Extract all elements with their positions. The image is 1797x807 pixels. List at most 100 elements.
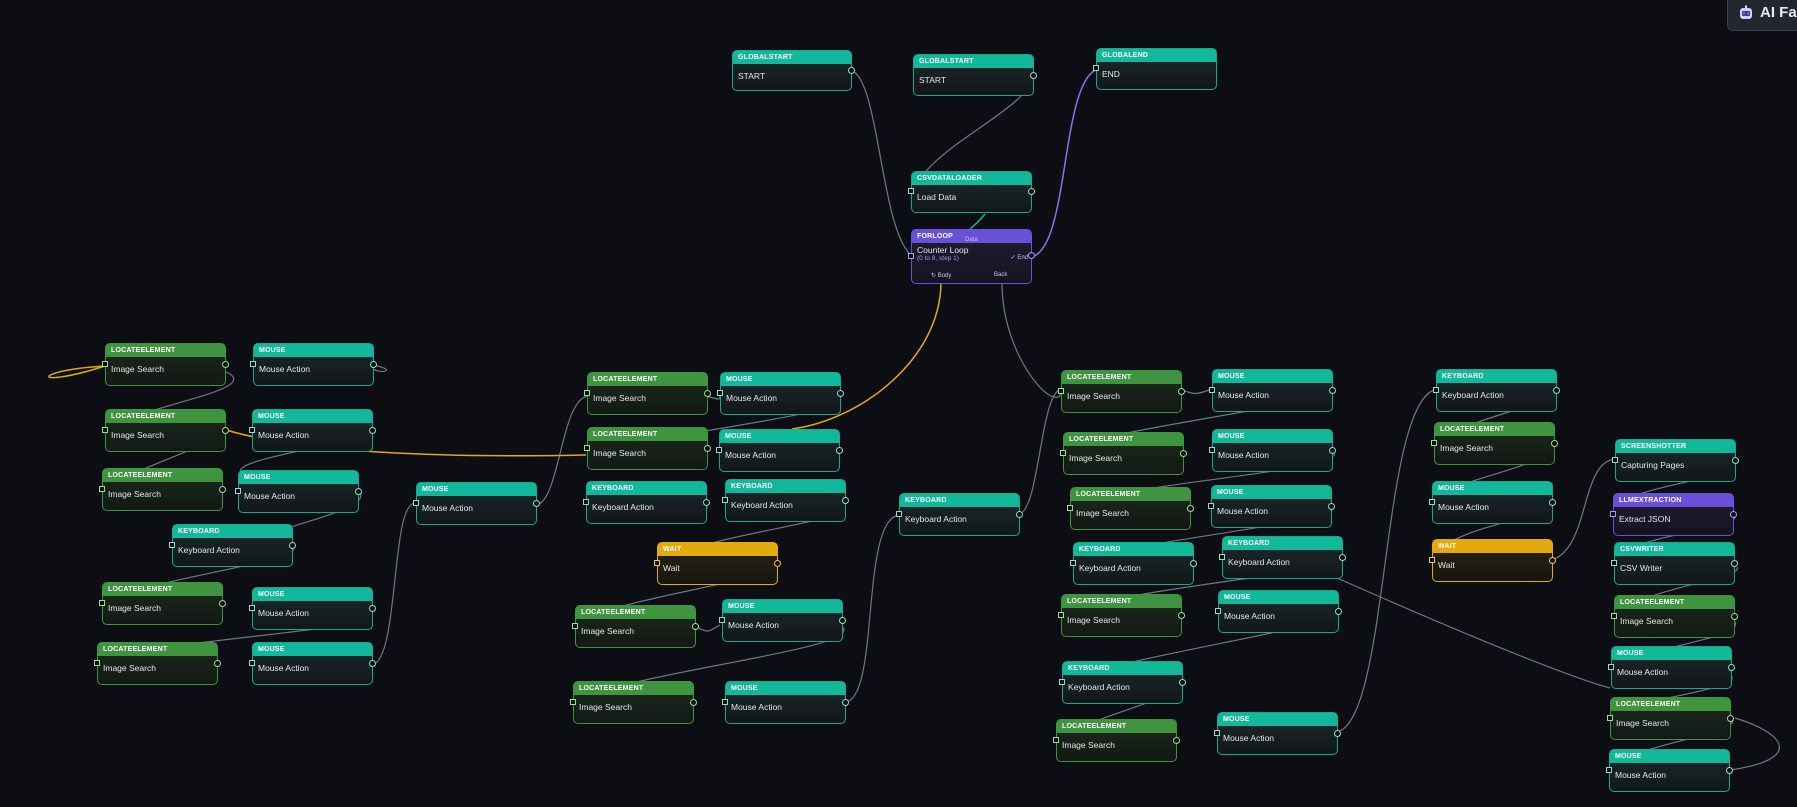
output-pin[interactable] <box>842 497 849 504</box>
input-pin[interactable] <box>570 699 576 705</box>
input-pin[interactable] <box>1059 679 1065 685</box>
node-locate-l17[interactable]: LOCATEELEMENT Image Search <box>1607 697 1734 740</box>
node-locate-l15[interactable]: LOCATEELEMENT Image Search <box>1431 422 1558 465</box>
output-pin[interactable] <box>1730 511 1737 518</box>
output-pin[interactable] <box>370 361 377 368</box>
output-pin[interactable] <box>842 699 849 706</box>
node-locate-l12[interactable]: LOCATEELEMENT Image Search <box>1067 487 1194 530</box>
output-pin[interactable] <box>1339 554 1346 561</box>
node-globalstart-1[interactable]: GLOBALSTART START <box>732 50 855 91</box>
node-locate-l3[interactable]: LOCATEELEMENT Image Search <box>99 468 226 511</box>
input-pin[interactable] <box>1429 557 1435 563</box>
node-mouse-m2[interactable]: MOUSE Mouse Action <box>249 409 376 452</box>
input-pin[interactable] <box>896 511 902 517</box>
input-pin[interactable] <box>908 188 914 194</box>
node-mouse-m7[interactable]: MOUSE Mouse Action <box>717 372 844 415</box>
output-pin[interactable] <box>836 447 843 454</box>
node-csvwriter[interactable]: CSVWRITER CSV Writer <box>1611 542 1738 585</box>
input-pin[interactable] <box>717 390 723 396</box>
input-pin[interactable] <box>1219 554 1225 560</box>
node-locate-l14[interactable]: LOCATEELEMENT Image Search <box>1053 719 1180 762</box>
output-pin[interactable] <box>1187 505 1194 512</box>
node-mouse-m18[interactable]: MOUSE Mouse Action <box>1606 749 1733 792</box>
output-pin[interactable] <box>1731 613 1738 620</box>
output-pin[interactable] <box>703 499 710 506</box>
input-pin[interactable] <box>1053 737 1059 743</box>
node-mouse-m5[interactable]: MOUSE Mouse Action <box>413 482 540 525</box>
input-pin[interactable] <box>654 560 660 566</box>
input-pin[interactable] <box>908 253 914 259</box>
input-pin[interactable] <box>1058 388 1064 394</box>
input-pin[interactable] <box>1209 387 1215 393</box>
node-screenshotter[interactable]: SCREENSHOTTER Capturing Pages <box>1612 439 1739 482</box>
output-pin[interactable] <box>1329 387 1336 394</box>
input-pin[interactable] <box>1611 560 1617 566</box>
node-mouse-m11[interactable]: MOUSE Mouse Action <box>1209 369 1336 412</box>
node-locate-l5[interactable]: LOCATEELEMENT Image Search <box>94 642 221 685</box>
output-pin[interactable] <box>219 600 226 607</box>
input-pin[interactable] <box>1093 65 1099 71</box>
input-pin[interactable] <box>584 445 590 451</box>
input-pin[interactable] <box>99 600 105 606</box>
output-pin[interactable] <box>1190 560 1197 567</box>
node-keyboard-k1[interactable]: KEYBOARD Keyboard Action <box>169 524 296 567</box>
output-pin[interactable] <box>1179 679 1186 686</box>
output-pin[interactable] <box>1553 387 1560 394</box>
input-pin[interactable] <box>1060 450 1066 456</box>
input-pin[interactable] <box>722 699 728 705</box>
output-pin[interactable] <box>369 605 376 612</box>
node-locate-l13[interactable]: LOCATEELEMENT Image Search <box>1058 594 1185 637</box>
node-mouse-m14[interactable]: MOUSE Mouse Action <box>1215 590 1342 633</box>
output-pin[interactable] <box>1028 188 1035 195</box>
workflow-canvas[interactable]: GLOBALSTART START GLOBALSTART START GLOB… <box>0 0 1797 807</box>
app-brand-badge[interactable]: AI Fal <box>1727 0 1797 31</box>
output-pin[interactable] <box>369 427 376 434</box>
node-locate-l1[interactable]: LOCATEELEMENT Image Search <box>102 343 229 386</box>
input-pin[interactable] <box>583 499 589 505</box>
input-pin[interactable] <box>99 486 105 492</box>
node-wait-w2[interactable]: WAIT Wait <box>1429 539 1556 582</box>
output-pin[interactable] <box>1030 72 1037 79</box>
output-pin[interactable] <box>1335 608 1342 615</box>
output-pin[interactable] <box>1549 557 1556 564</box>
input-pin[interactable] <box>1607 715 1613 721</box>
input-pin[interactable] <box>249 660 255 666</box>
output-pin[interactable] <box>1173 737 1180 744</box>
input-pin[interactable] <box>1429 499 1435 505</box>
input-pin[interactable] <box>1208 503 1214 509</box>
node-keyboard-k5[interactable]: KEYBOARD Keyboard Action <box>1070 542 1197 585</box>
input-pin[interactable] <box>1431 440 1437 446</box>
input-pin[interactable] <box>1608 664 1614 670</box>
output-pin[interactable] <box>704 390 711 397</box>
output-pin[interactable] <box>1549 499 1556 506</box>
output-pin[interactable] <box>219 486 226 493</box>
input-pin[interactable] <box>250 361 256 367</box>
input-pin[interactable] <box>1612 457 1618 463</box>
input-pin[interactable] <box>584 390 590 396</box>
node-mouse-m4[interactable]: MOUSE Mouse Action <box>249 587 376 630</box>
node-mouse-m17[interactable]: MOUSE Mouse Action <box>1608 646 1735 689</box>
node-locate-l6[interactable]: LOCATEELEMENT Image Search <box>584 372 711 415</box>
node-mouse-m10[interactable]: MOUSE Mouse Action <box>722 681 849 724</box>
input-pin[interactable] <box>94 660 100 666</box>
output-pin[interactable] <box>1334 730 1341 737</box>
output-pin[interactable] <box>774 560 781 567</box>
node-csvdataloader[interactable]: CSVDATALOADER Load Data <box>908 171 1035 213</box>
output-pin[interactable] <box>533 500 540 507</box>
output-pin[interactable] <box>1180 450 1187 457</box>
output-pin[interactable] <box>1329 447 1336 454</box>
output-pin[interactable] <box>1726 767 1733 774</box>
node-mouse-m12[interactable]: MOUSE Mouse Action <box>1209 429 1336 472</box>
input-pin[interactable] <box>1070 560 1076 566</box>
node-locate-l11[interactable]: LOCATEELEMENT Image Search <box>1060 432 1187 475</box>
input-pin[interactable] <box>1611 613 1617 619</box>
output-pin[interactable] <box>1728 664 1735 671</box>
node-keyboard-k3[interactable]: KEYBOARD Keyboard Action <box>722 479 849 522</box>
node-locate-l7[interactable]: LOCATEELEMENT Image Search <box>584 427 711 470</box>
output-pin[interactable] <box>1732 457 1739 464</box>
node-locate-l16[interactable]: LOCATEELEMENT Image Search <box>1611 595 1738 638</box>
output-pin[interactable] <box>1731 560 1738 567</box>
input-pin[interactable] <box>1067 505 1073 511</box>
output-pin[interactable] <box>839 617 846 624</box>
output-pin[interactable] <box>1016 511 1023 518</box>
